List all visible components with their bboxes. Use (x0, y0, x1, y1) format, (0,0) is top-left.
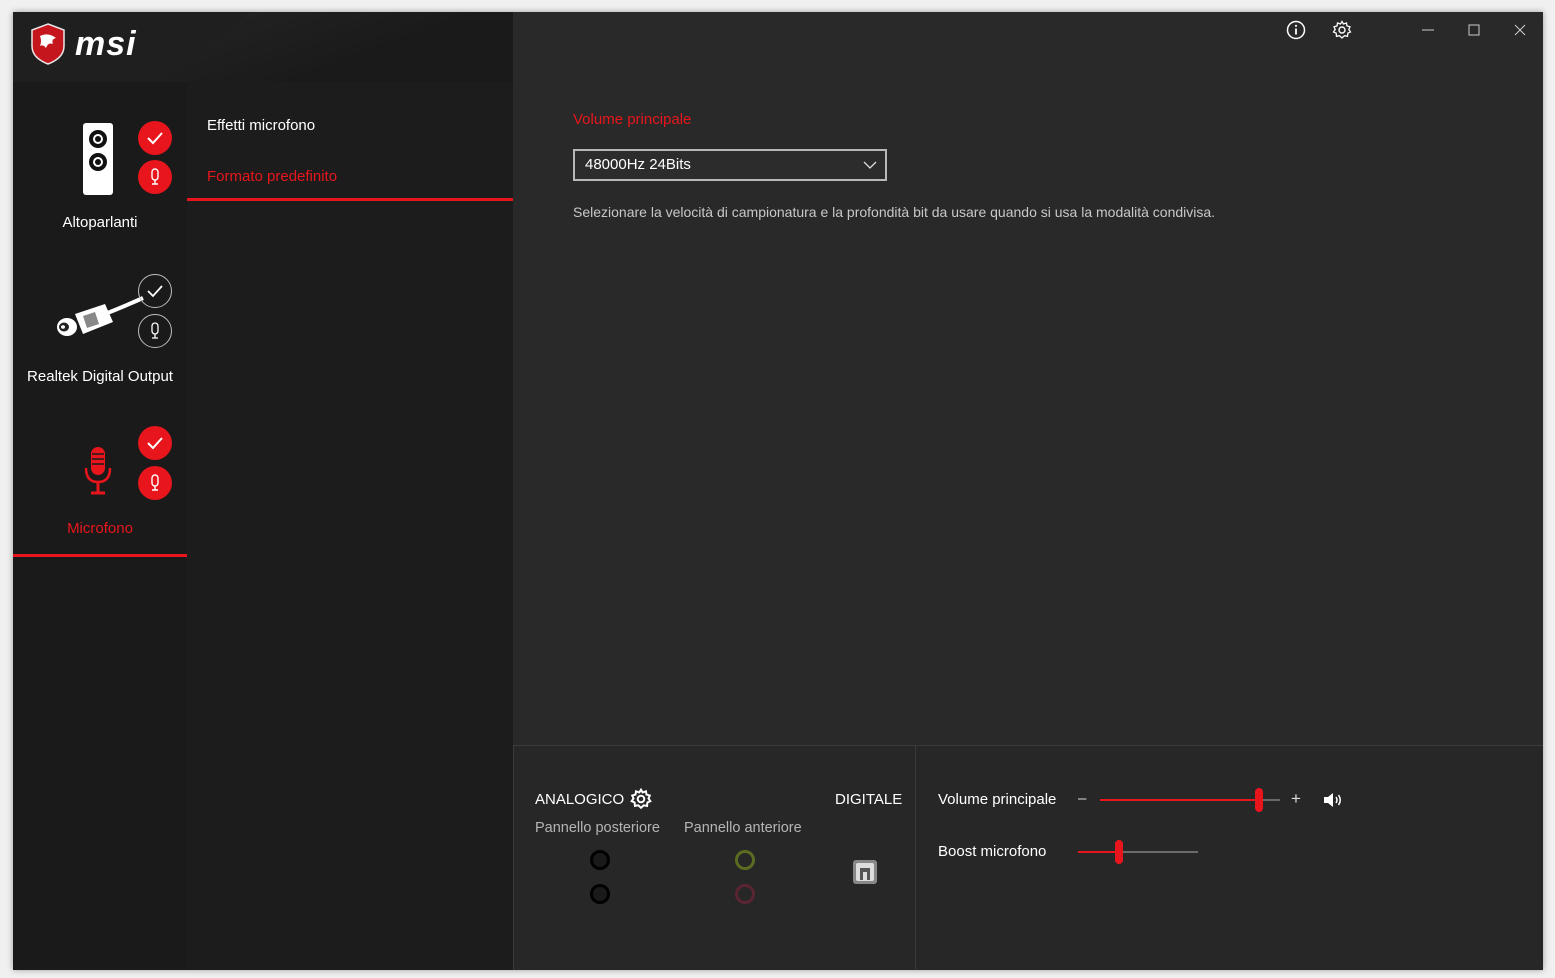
format-select[interactable]: 48000Hz 24Bits (573, 149, 887, 181)
submenu: Effetti microfono Formato predefinito (187, 82, 513, 970)
maximize-icon (1468, 24, 1480, 36)
digital-cable-icon (57, 296, 144, 336)
info-icon (1286, 20, 1306, 40)
app-window: msi Altoparlanti Realtek Digital Output … (13, 12, 1543, 970)
default-comm-mic-icon[interactable] (138, 466, 172, 500)
minus-icon[interactable]: – (1078, 790, 1086, 807)
device-label: Altoparlanti (62, 214, 138, 231)
mic-boost-fill (1078, 851, 1118, 853)
section-title: Volume principale (573, 111, 692, 128)
format-select-value: 48000Hz 24Bits (585, 156, 691, 173)
close-button[interactable] (1508, 18, 1532, 42)
set-comm-mic-icon[interactable] (138, 314, 172, 348)
dragon-shield-icon (31, 23, 65, 65)
device-label: Realtek Digital Output (27, 368, 173, 385)
device-list: Altoparlanti Realtek Digital Output Micr… (13, 12, 187, 970)
chevron-down-icon (863, 161, 877, 169)
plus-icon[interactable]: + (1291, 789, 1301, 809)
front-panel-label: Pannello anteriore (684, 820, 802, 836)
master-volume-thumb[interactable] (1255, 788, 1263, 812)
maximize-button[interactable] (1462, 18, 1486, 42)
minimize-button[interactable] (1416, 18, 1440, 42)
close-icon (1514, 24, 1526, 36)
spdif-port-icon[interactable] (852, 859, 878, 885)
digital-label: DIGITALE (835, 791, 903, 808)
format-description: Selezionare la velocità di campionatura … (573, 204, 1216, 220)
device-microphone[interactable]: Microfono (13, 424, 187, 574)
speaker-volume-icon[interactable] (1322, 791, 1344, 809)
device-label: Microfono (67, 520, 133, 537)
device-digital-output[interactable]: Realtek Digital Output (13, 272, 187, 422)
front-jack-green[interactable] (735, 850, 755, 870)
rear-jack-1[interactable] (590, 850, 610, 870)
submenu-active-indicator (187, 198, 513, 201)
rear-panel-label: Pannello posteriore (535, 820, 660, 836)
divider (513, 746, 514, 970)
submenu-item-default-format[interactable]: Formato predefinito (207, 168, 337, 185)
bottom-panel: ANALOGICO DIGITALE Pannello posteriore P… (513, 745, 1543, 970)
info-button[interactable] (1284, 18, 1308, 42)
brand-logo-text: msi (75, 24, 137, 63)
microphone-icon (84, 447, 112, 495)
default-device-check-icon[interactable] (138, 121, 172, 155)
gear-icon (1332, 20, 1352, 39)
minimize-icon (1422, 29, 1434, 31)
main-panel: Volume principale 48000Hz 24Bits Selezio… (513, 12, 1543, 745)
default-comm-mic-icon[interactable] (138, 160, 172, 194)
mic-boost-thumb[interactable] (1115, 840, 1123, 864)
speaker-icon (83, 123, 113, 195)
device-speakers[interactable]: Altoparlanti (13, 112, 187, 262)
divider (915, 746, 916, 970)
master-volume-fill (1100, 799, 1258, 801)
analog-settings-gear-icon[interactable] (630, 788, 652, 810)
master-volume-label: Volume principale (938, 791, 1057, 808)
analog-label: ANALOGICO (535, 791, 625, 808)
default-device-check-icon[interactable] (138, 426, 172, 460)
submenu-item-mic-effects[interactable]: Effetti microfono (207, 117, 315, 134)
settings-button[interactable] (1330, 18, 1354, 42)
front-jack-pink[interactable] (735, 884, 755, 904)
msi-logo: msi (29, 22, 137, 66)
active-device-indicator (13, 554, 187, 557)
mic-boost-label: Boost microfono (938, 843, 1047, 860)
set-default-check-icon[interactable] (138, 274, 172, 308)
rear-jack-2[interactable] (590, 884, 610, 904)
